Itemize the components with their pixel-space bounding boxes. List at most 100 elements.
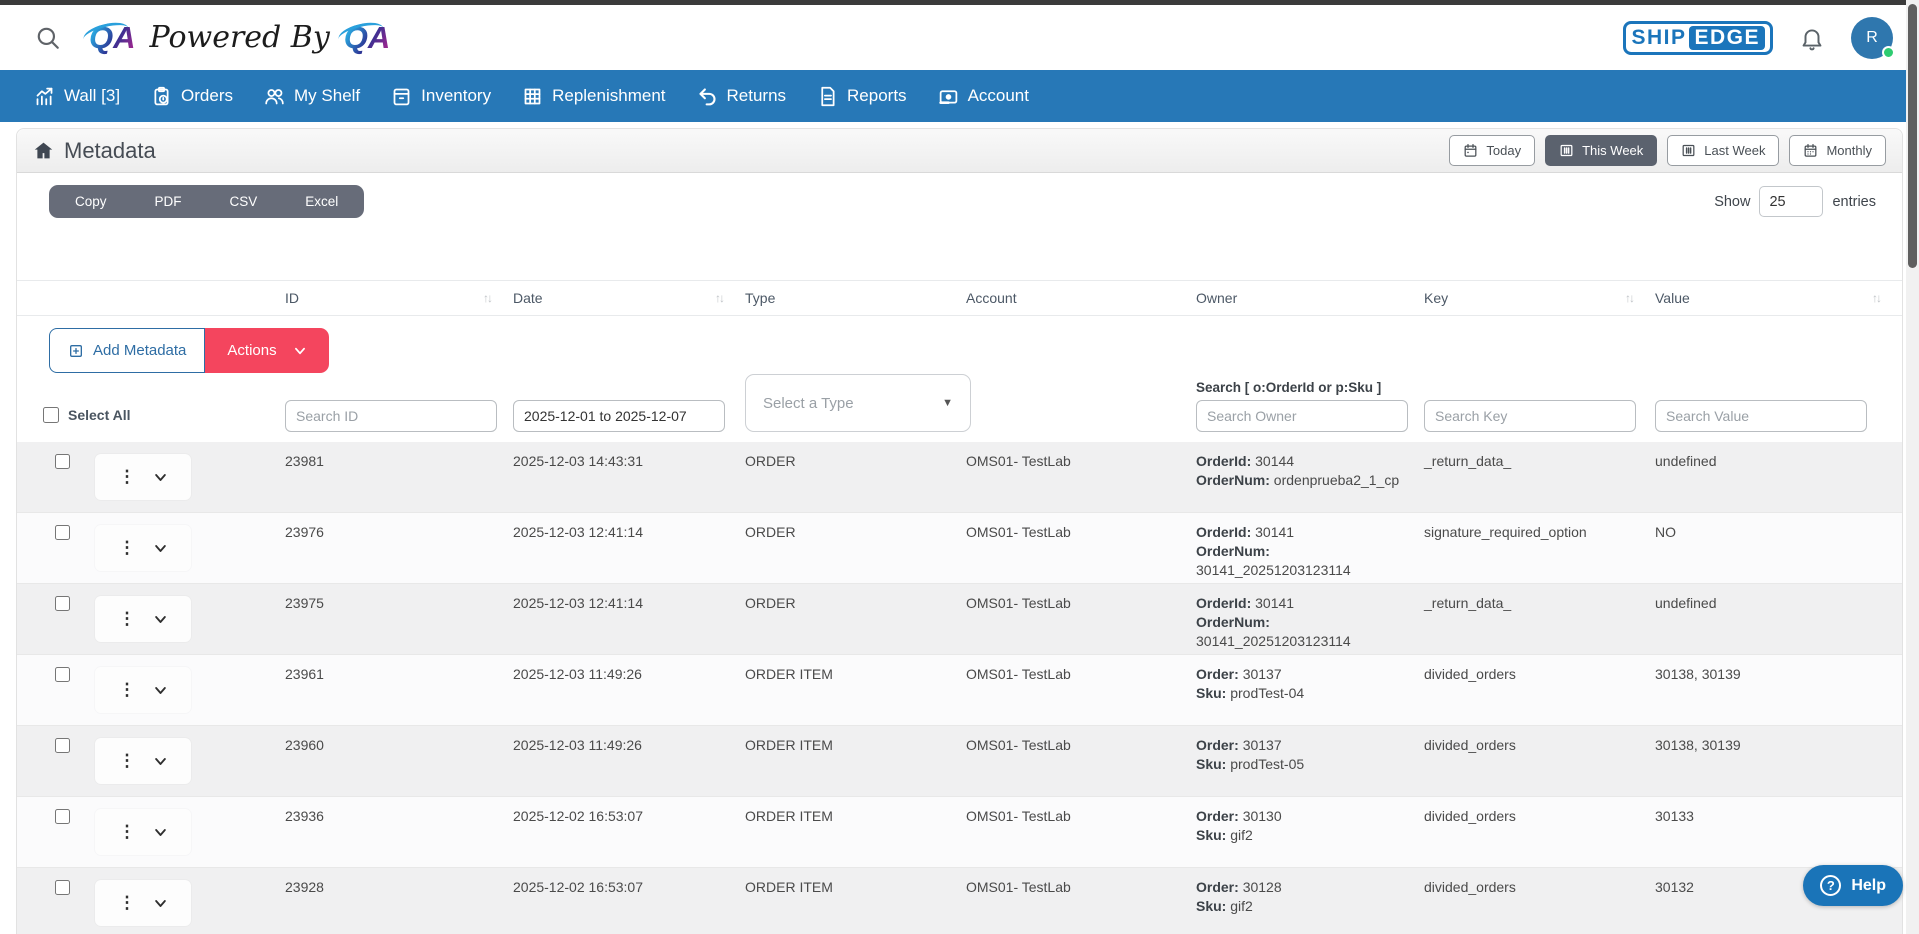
help-button[interactable]: ? Help: [1803, 865, 1903, 906]
triangle-down-icon: ▼: [942, 397, 953, 409]
cell-date: 2025-12-02 16:53:07: [513, 807, 745, 867]
sort-icon[interactable]: ↑↓: [483, 291, 513, 305]
table-row: ⋮239762025-12-03 12:41:14ORDEROMS01- Tes…: [17, 513, 1902, 584]
kebab-menu-icon[interactable]: ⋮: [119, 751, 136, 771]
expand-chevron-icon[interactable]: [153, 612, 168, 627]
export-csv-button[interactable]: CSV: [206, 194, 282, 209]
type-select[interactable]: Select a Type ▼: [745, 374, 971, 432]
kebab-menu-icon[interactable]: ⋮: [119, 467, 136, 487]
entries-input[interactable]: [1759, 186, 1823, 217]
row-checkbox[interactable]: [55, 809, 70, 824]
export-pdf-button[interactable]: PDF: [131, 194, 206, 209]
search-key-input[interactable]: [1424, 400, 1636, 432]
search-id-input[interactable]: [285, 400, 497, 432]
column-header-key[interactable]: Key↑↓: [1424, 290, 1655, 306]
row-menu-button[interactable]: ⋮: [95, 667, 191, 713]
expand-chevron-icon[interactable]: [153, 825, 168, 840]
range-button-monthly[interactable]: Monthly: [1789, 135, 1886, 166]
nav-item-reports[interactable]: Reports: [817, 86, 907, 107]
expand-chevron-icon[interactable]: [153, 754, 168, 769]
row-menu-button[interactable]: ⋮: [95, 809, 191, 855]
range-button-today[interactable]: Today: [1449, 135, 1535, 166]
search-owner-input[interactable]: [1196, 400, 1408, 432]
notifications-bell-icon[interactable]: [1799, 25, 1825, 51]
expand-chevron-icon[interactable]: [153, 470, 168, 485]
search-icon[interactable]: [35, 25, 61, 51]
date-range-buttons: Today This Week Last Week Monthly: [1449, 135, 1886, 166]
kebab-menu-icon[interactable]: ⋮: [119, 609, 136, 629]
cell-type: ORDER: [745, 523, 966, 583]
kebab-menu-icon[interactable]: ⋮: [119, 822, 136, 842]
row-menu-button[interactable]: ⋮: [95, 596, 191, 642]
chart-icon: [34, 86, 55, 107]
avatar[interactable]: R: [1851, 17, 1893, 59]
scrollbar-thumb[interactable]: [1908, 4, 1917, 268]
sort-icon[interactable]: ↑↓: [1625, 291, 1655, 305]
add-metadata-button[interactable]: Add Metadata: [49, 328, 205, 373]
nav-item-label: Orders: [181, 86, 233, 106]
sort-icon[interactable]: ↑↓: [715, 291, 745, 305]
sort-icon[interactable]: ↑↓: [1872, 291, 1902, 305]
nav-item-orders[interactable]: Orders: [151, 86, 233, 107]
row-checkbox[interactable]: [55, 880, 70, 895]
row-menu-button[interactable]: ⋮: [95, 454, 191, 500]
clipboard-icon: [151, 86, 172, 107]
users-icon: [264, 86, 285, 107]
select-all-label: Select All: [68, 407, 131, 423]
question-icon: ?: [1820, 875, 1841, 896]
range-button-this-week[interactable]: This Week: [1545, 135, 1657, 166]
column-header-id[interactable]: ID↑↓: [285, 290, 513, 306]
cell-id: 23975: [285, 594, 513, 654]
columns-icon: [1681, 143, 1696, 158]
row-menu-button[interactable]: ⋮: [95, 880, 191, 926]
row-checkbox[interactable]: [55, 525, 70, 540]
row-menu-button[interactable]: ⋮: [95, 738, 191, 784]
row-checkbox[interactable]: [55, 667, 70, 682]
row-checkbox[interactable]: [55, 454, 70, 469]
entries-label: entries: [1832, 194, 1876, 210]
online-status-dot: [1882, 46, 1895, 59]
vertical-scrollbar[interactable]: [1906, 0, 1919, 934]
search-value-input[interactable]: [1655, 400, 1867, 432]
cell-owner: Order: 30137Sku: prodTest-04: [1196, 665, 1424, 725]
export-copy-button[interactable]: Copy: [51, 194, 131, 209]
plus-square-icon: [68, 343, 84, 359]
nav-item-inventory[interactable]: Inventory: [391, 86, 491, 107]
cell-type: ORDER ITEM: [745, 807, 966, 867]
table-row: ⋮239362025-12-02 16:53:07ORDER ITEMOMS01…: [17, 797, 1902, 868]
nav-item-label: Replenishment: [552, 86, 665, 106]
row-checkbox[interactable]: [55, 596, 70, 611]
export-excel-button[interactable]: Excel: [281, 194, 362, 209]
cell-type: ORDER: [745, 594, 966, 654]
qa-logo: QA: [89, 20, 136, 56]
archive-icon: [391, 86, 412, 107]
actions-button[interactable]: Actions: [205, 328, 328, 373]
kebab-menu-icon[interactable]: ⋮: [119, 893, 136, 913]
expand-chevron-icon[interactable]: [153, 541, 168, 556]
cell-key: _return_data_: [1424, 594, 1655, 654]
row-menu-button[interactable]: ⋮: [95, 525, 191, 571]
column-header-value[interactable]: Value↑↓: [1655, 290, 1902, 306]
nav-item-my-shelf[interactable]: My Shelf: [264, 86, 360, 107]
date-range-input[interactable]: [513, 400, 725, 432]
cell-account: OMS01- TestLab: [966, 452, 1196, 512]
column-header-date[interactable]: Date↑↓: [513, 290, 745, 306]
cell-id: 23976: [285, 523, 513, 583]
kebab-menu-icon[interactable]: ⋮: [119, 680, 136, 700]
nav-item-wall-3[interactable]: Wall [3]: [34, 86, 120, 107]
export-buttons-group: CopyPDFCSVExcel: [49, 185, 364, 218]
nav-item-replenishment[interactable]: Replenishment: [522, 86, 665, 107]
cell-date: 2025-12-03 12:41:14: [513, 523, 745, 583]
page-header: Metadata TodayThis WeekLast WeekMonthly: [17, 129, 1902, 173]
cell-account: OMS01- TestLab: [966, 736, 1196, 796]
row-checkbox[interactable]: [55, 738, 70, 753]
nav-item-returns[interactable]: Returns: [697, 86, 787, 107]
column-header-owner: Owner: [1196, 290, 1424, 306]
expand-chevron-icon[interactable]: [153, 683, 168, 698]
nav-item-account[interactable]: Account: [938, 86, 1029, 107]
range-button-last-week[interactable]: Last Week: [1667, 135, 1779, 166]
app-header: QA Powered By QA SHIPEDGE R: [0, 5, 1919, 70]
expand-chevron-icon[interactable]: [153, 896, 168, 911]
select-all-checkbox[interactable]: [43, 407, 59, 423]
kebab-menu-icon[interactable]: ⋮: [119, 538, 136, 558]
